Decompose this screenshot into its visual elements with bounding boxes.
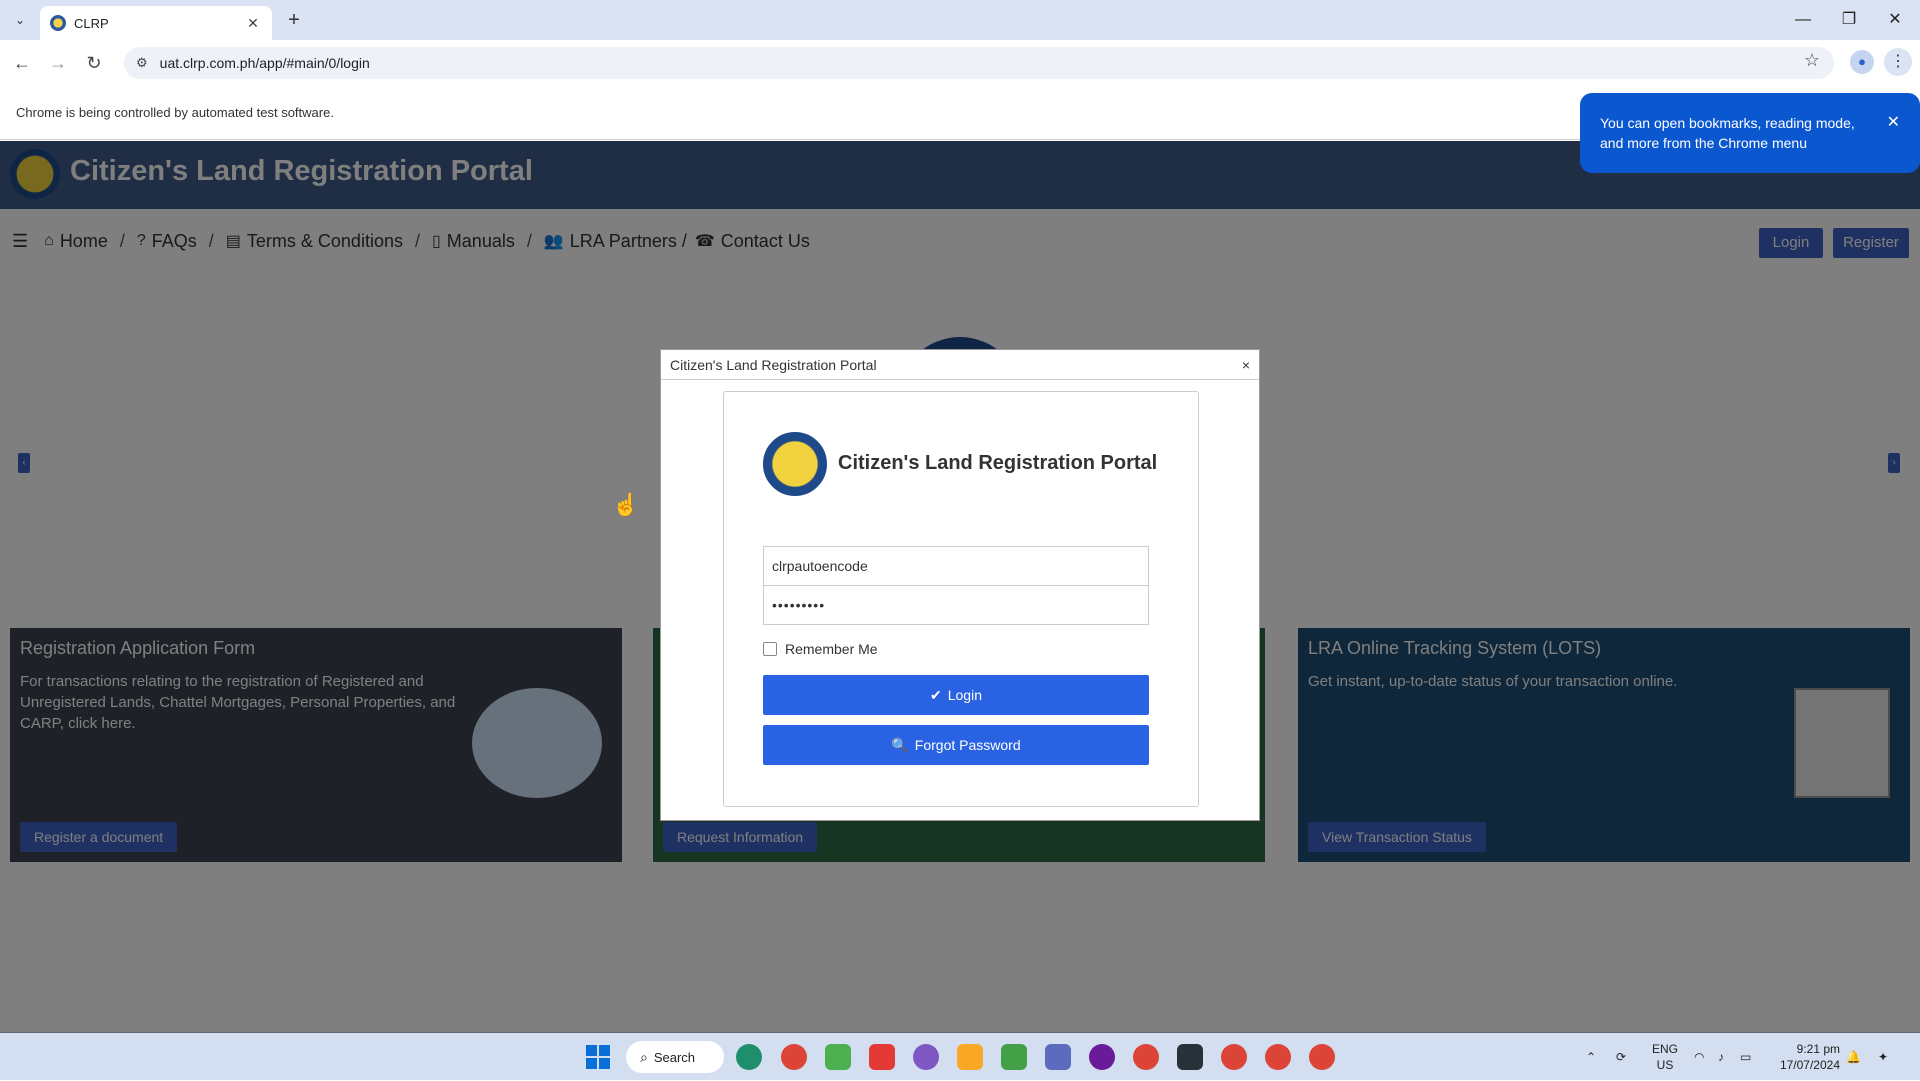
reload-icon[interactable]: ↻	[81, 50, 107, 76]
language-line2: US	[1656, 1058, 1674, 1072]
volume-icon[interactable]: ♪	[1718, 1033, 1724, 1081]
forgot-password-button[interactable]: 🔍 Forgot Password	[763, 725, 1149, 765]
modal-header: Citizen's Land Registration Portal ×	[661, 350, 1259, 380]
chrome-tip-text: You can open bookmarks, reading mode, an…	[1600, 115, 1855, 151]
language-line1: ENG	[1651, 1042, 1678, 1056]
site-info-icon[interactable]: ⚙	[136, 55, 148, 71]
lra-seal-logo	[763, 432, 827, 496]
clock-time: 9:21 pm	[1796, 1042, 1840, 1056]
login-button-label: Login	[947, 687, 982, 703]
chrome-icon[interactable]	[1221, 1044, 1247, 1070]
copilot-icon[interactable]: ✦	[1878, 1033, 1888, 1081]
chrome-menu-icon[interactable]: ⋮	[1884, 48, 1912, 76]
viber-icon[interactable]	[913, 1044, 939, 1070]
pycharm-icon[interactable]	[1001, 1044, 1027, 1070]
tray-chevron-icon[interactable]: ⌃	[1586, 1033, 1596, 1081]
wifi-icon[interactable]: ◠	[1694, 1033, 1704, 1081]
clock-date: 17/07/2024	[1779, 1058, 1840, 1072]
battery-icon[interactable]: ▭	[1740, 1033, 1751, 1081]
sync-icon[interactable]: ⟳	[1616, 1033, 1626, 1081]
restore-icon[interactable]: ❐	[1826, 6, 1872, 34]
taskbar-search-label: Search	[653, 1049, 696, 1065]
tab-close-icon[interactable]: ✕	[244, 15, 262, 32]
minimize-icon[interactable]: —	[1780, 6, 1826, 34]
modal-close-icon[interactable]: ×	[1242, 357, 1250, 373]
address-bar[interactable]: ⚙ uat.clrp.com.ph/app/#main/0/login	[124, 47, 1834, 79]
search-icon: 🔍	[891, 736, 909, 753]
remember-me[interactable]: Remember Me	[763, 641, 878, 657]
chrome-icon[interactable]	[1265, 1044, 1291, 1070]
edge-icon[interactable]	[736, 1044, 762, 1070]
taskbar-search[interactable]: ⌕ Search	[626, 1041, 724, 1073]
login-card: Citizen's Land Registration Portal clrpa…	[723, 391, 1199, 807]
browser-toolbar: ← → ↻ ⚙ uat.clrp.com.ph/app/#main/0/logi…	[0, 40, 1920, 86]
close-window-icon[interactable]: ✕	[1872, 6, 1918, 34]
chrome-dev-icon[interactable]	[1133, 1044, 1159, 1070]
notification-bell-icon[interactable]: 🔔	[1846, 1033, 1861, 1081]
windows-start-icon[interactable]	[586, 1045, 610, 1069]
file-explorer-icon[interactable]	[957, 1044, 983, 1070]
browser-tab-strip: ⌄ CLRP ✕ + — ❐ ✕	[0, 0, 1920, 40]
git-icon[interactable]	[1045, 1044, 1071, 1070]
url-text[interactable]: uat.clrp.com.ph/app/#main/0/login	[160, 55, 370, 71]
remember-me-label: Remember Me	[785, 641, 878, 657]
chrome-active-icon[interactable]	[1309, 1044, 1335, 1070]
tab-search-icon[interactable]: ⌄	[8, 8, 32, 32]
back-icon[interactable]: ←	[9, 50, 35, 76]
bookmark-star-icon[interactable]: ☆	[1804, 50, 1820, 71]
notepad-icon[interactable]	[825, 1044, 851, 1070]
chrome-icon[interactable]	[781, 1044, 807, 1070]
infobar-text: Chrome is being controlled by automated …	[16, 105, 334, 120]
username-input[interactable]: clrpautoencode	[763, 546, 1149, 586]
language-indicator[interactable]: ENG US	[1650, 1041, 1680, 1073]
check-icon: ✔	[930, 686, 942, 703]
anydesk-icon[interactable]	[869, 1044, 895, 1070]
forward-icon[interactable]: →	[45, 50, 71, 76]
remember-me-checkbox[interactable]	[763, 642, 777, 656]
browser-tab[interactable]: CLRP ✕	[40, 6, 272, 40]
login-modal: Citizen's Land Registration Portal × Cit…	[660, 349, 1260, 821]
search-icon: ⌕	[640, 1048, 648, 1065]
modal-header-title: Citizen's Land Registration Portal	[670, 356, 877, 373]
new-tab-icon[interactable]: +	[282, 8, 306, 32]
chrome-menu-tip: You can open bookmarks, reading mode, an…	[1580, 93, 1920, 173]
favicon-icon	[50, 15, 66, 31]
tip-close-icon[interactable]: ✕	[1887, 113, 1900, 133]
hand-cursor-icon: ☝	[612, 492, 640, 517]
login-button[interactable]: ✔ Login	[763, 675, 1149, 715]
login-title: Citizen's Land Registration Portal	[838, 452, 1158, 474]
profile-icon[interactable]: ●	[1850, 50, 1874, 74]
clock[interactable]: 9:21 pm 17/07/2024	[1770, 1041, 1840, 1073]
github-icon[interactable]	[1089, 1044, 1115, 1070]
windows-taskbar: ⌕ Search ⌃ ⟳ ENG US ◠ ♪ ▭ 9:21 pm 17/07/…	[0, 1032, 1920, 1080]
forgot-password-label: Forgot Password	[914, 737, 1021, 753]
terminal-icon[interactable]	[1177, 1044, 1203, 1070]
tab-title: CLRP	[74, 15, 109, 31]
password-input[interactable]: •••••••••	[763, 585, 1149, 625]
